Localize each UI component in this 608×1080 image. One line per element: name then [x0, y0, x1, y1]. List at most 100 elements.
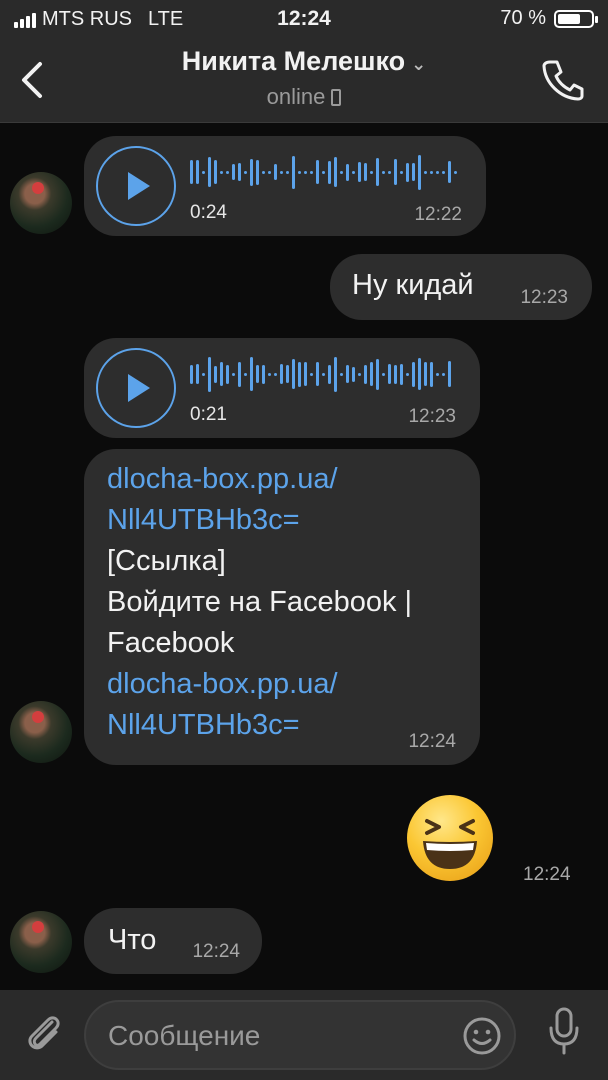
voice-duration: 0:24	[190, 202, 227, 223]
message-input-placeholder: Сообщение	[108, 1020, 261, 1051]
message-line: Войдите на Facebook |	[107, 586, 413, 618]
waveform-bar	[280, 364, 283, 384]
waveform-bar	[442, 372, 445, 376]
waveform-bar	[430, 361, 433, 387]
message-link[interactable]: dlocha-box.pp.ua/	[107, 459, 412, 500]
waveform-bar	[340, 372, 343, 376]
waveform-bar	[400, 363, 403, 385]
battery-info: 70 %	[500, 7, 598, 30]
waveform-bar	[322, 170, 325, 174]
paperclip-icon[interactable]	[22, 1010, 66, 1054]
waveform-bar	[256, 159, 259, 185]
waveform-bar	[424, 362, 427, 386]
waveform-bar	[220, 362, 223, 386]
play-button[interactable]	[96, 146, 176, 226]
waveform-bar	[358, 372, 361, 376]
waveform-bar	[334, 356, 337, 392]
waveform-bar	[298, 170, 301, 174]
avatar[interactable]	[10, 701, 72, 763]
waveform-bar	[352, 366, 355, 382]
waveform-bar	[442, 170, 445, 174]
message-time: 12:22	[414, 204, 462, 225]
waveform-bar	[370, 170, 373, 174]
avatar[interactable]	[10, 172, 72, 234]
waveform-bar	[250, 158, 253, 186]
waveform-bar	[244, 170, 247, 174]
phone-icon[interactable]	[540, 56, 586, 102]
waveform-bar	[208, 157, 211, 187]
waveform-bar	[400, 170, 403, 174]
waveform-bar	[382, 372, 385, 376]
smiley-icon[interactable]	[462, 1016, 502, 1056]
message-link[interactable]: Nll4UTBHb3c=	[107, 500, 412, 541]
waveform-bar	[370, 362, 373, 386]
avatar[interactable]	[10, 911, 72, 973]
contact-name-button[interactable]: Никита Мелешко ⌄	[0, 46, 608, 77]
waveform-bar	[340, 170, 343, 174]
waveform-bar	[196, 160, 199, 184]
outgoing-text-message[interactable]: Ну кидай 12:23	[330, 254, 592, 320]
waveform-bar	[214, 160, 217, 184]
waveform-bar	[214, 365, 217, 383]
waveform-bar	[196, 364, 199, 384]
waveform-bar	[412, 361, 415, 387]
voice-message[interactable]: 0:21 12:23	[84, 338, 480, 438]
play-button[interactable]	[96, 348, 176, 428]
waveform-bar	[448, 361, 451, 387]
waveform-bar	[202, 170, 205, 174]
waveform-bar	[430, 170, 433, 174]
waveform-bar	[418, 358, 421, 390]
link-message[interactable]: dlocha-box.pp.ua/ Nll4UTBHb3c= [Ссылка] …	[84, 449, 480, 765]
waveform-bar	[406, 162, 409, 182]
waveform-bar	[304, 170, 307, 174]
incoming-text-message[interactable]: Что 12:24	[84, 908, 262, 974]
battery-icon	[554, 9, 598, 28]
message-list[interactable]: 0:24 12:22 Ну кидай 12:23 0:21 12:23 dlo…	[0, 123, 608, 990]
microphone-icon[interactable]	[546, 1006, 582, 1056]
waveform-bar	[316, 160, 319, 184]
waveform-bar	[304, 362, 307, 386]
waveform-bar	[262, 170, 265, 174]
message-time: 12:24	[408, 731, 456, 752]
message-link[interactable]: Nll4UTBHb3c=	[107, 705, 412, 746]
waveform-bar	[280, 170, 283, 174]
waveform-bar	[310, 170, 313, 174]
waveform-bar	[190, 160, 193, 184]
message-text: Что	[108, 924, 157, 956]
chat-header: Никита Мелешко ⌄ online	[0, 40, 608, 123]
waveform-bar	[232, 164, 235, 180]
waveform-bar	[292, 155, 295, 189]
waveform-bar	[364, 163, 367, 181]
waveform-bar	[424, 170, 427, 174]
message-time: 12:23	[408, 406, 456, 427]
contact-name: Никита Мелешко	[181, 46, 406, 76]
waveform-bar	[310, 372, 313, 376]
waveform[interactable]	[190, 354, 451, 394]
waveform-bar	[268, 372, 271, 376]
waveform-bar	[232, 372, 235, 376]
message-input[interactable]: Сообщение	[84, 1000, 516, 1070]
waveform-bar	[436, 170, 439, 174]
waveform-bar	[220, 170, 223, 174]
waveform-bar	[382, 170, 385, 174]
mobile-device-icon	[331, 89, 342, 106]
status-bar: MTS RUS LTE 12:24 70 %	[0, 0, 608, 40]
waveform-bar	[262, 364, 265, 384]
waveform-bar	[394, 159, 397, 185]
message-time: 12:23	[520, 287, 568, 308]
grinning-squinting-face-icon[interactable]	[407, 795, 493, 881]
waveform-bar	[328, 364, 331, 384]
waveform-bar	[328, 160, 331, 184]
waveform-bar	[388, 170, 391, 174]
waveform-bar	[322, 372, 325, 376]
waveform-bar	[286, 365, 289, 383]
message-time: 12:24	[523, 864, 571, 885]
waveform-bar	[346, 163, 349, 181]
waveform[interactable]	[190, 152, 457, 192]
message-link[interactable]: dlocha-box.pp.ua/	[107, 664, 412, 705]
waveform-bar	[334, 157, 337, 187]
waveform-bar	[358, 162, 361, 182]
waveform-bar	[394, 364, 397, 384]
voice-message[interactable]: 0:24 12:22	[84, 136, 486, 236]
message-composer: Сообщение	[0, 990, 608, 1080]
